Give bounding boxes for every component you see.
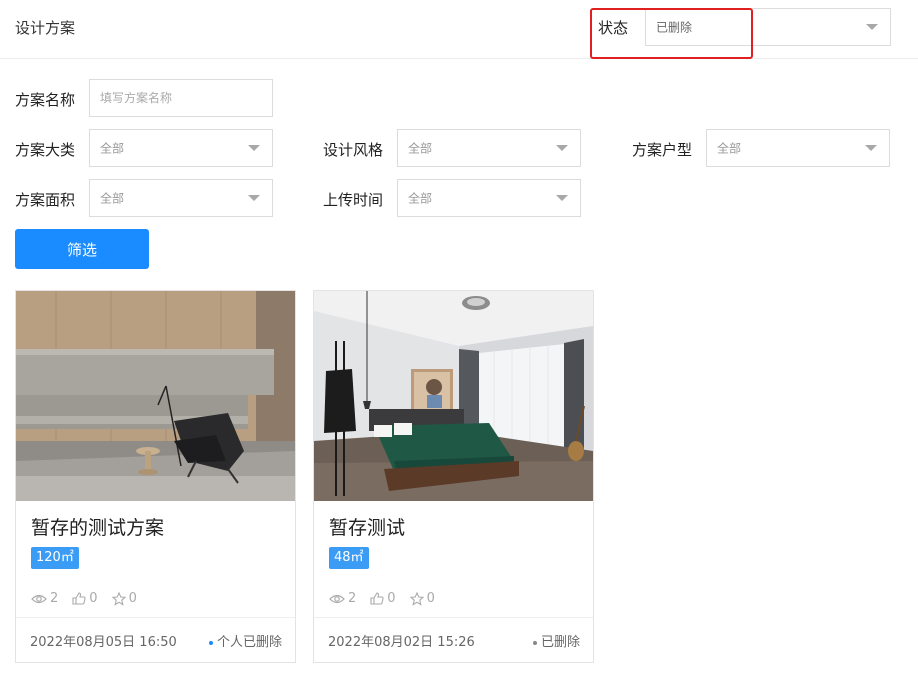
page-title: 设计方案 bbox=[15, 19, 76, 37]
status-select-value: 已删除 bbox=[656, 20, 693, 35]
thumbs-up-icon bbox=[72, 592, 86, 605]
area-filter-label: 方案面积 bbox=[15, 191, 76, 209]
style-filter-label: 设计风格 bbox=[323, 141, 384, 159]
like-count[interactable]: 0 bbox=[370, 591, 396, 606]
card-status-text: 个人已删除 bbox=[216, 635, 282, 650]
name-search-input[interactable] bbox=[89, 79, 273, 117]
card-status: 已删除 bbox=[532, 631, 580, 650]
chevron-down-icon bbox=[865, 145, 877, 151]
filter-button[interactable]: 筛选 bbox=[15, 229, 149, 269]
chevron-down-icon bbox=[556, 145, 568, 151]
card-status: 个人已删除 bbox=[208, 631, 282, 650]
card-time: 2022年08月02日 15:26 bbox=[328, 635, 475, 650]
bedroom-photo bbox=[314, 291, 593, 501]
name-filter-label: 方案名称 bbox=[15, 91, 76, 109]
favorite-count-value: 0 bbox=[128, 591, 137, 606]
status-label: 状态 bbox=[598, 19, 629, 37]
card-image[interactable] bbox=[16, 291, 295, 501]
area-select[interactable]: 全部 bbox=[89, 179, 273, 217]
card-stats: 2 0 0 bbox=[329, 591, 435, 606]
eye-icon bbox=[329, 594, 345, 603]
upload-time-filter-label: 上传时间 bbox=[323, 191, 384, 209]
star-icon bbox=[409, 591, 424, 606]
like-count[interactable]: 0 bbox=[72, 591, 98, 606]
like-count-value: 0 bbox=[89, 591, 98, 606]
chevron-down-icon bbox=[248, 145, 260, 151]
category-select-value: 全部 bbox=[100, 141, 125, 156]
style-select[interactable]: 全部 bbox=[397, 129, 581, 167]
chevron-down-icon bbox=[556, 195, 568, 201]
like-count-value: 0 bbox=[387, 591, 396, 606]
favorite-count[interactable]: 0 bbox=[111, 591, 137, 606]
status-dot bbox=[208, 640, 213, 645]
card-title[interactable]: 暂存的测试方案 bbox=[31, 513, 164, 540]
card-footer: 2022年08月05日 16:50 个人已删除 bbox=[16, 617, 295, 662]
card-stats: 2 0 0 bbox=[31, 591, 137, 606]
card-title[interactable]: 暂存测试 bbox=[329, 513, 405, 540]
card-image[interactable] bbox=[314, 291, 593, 501]
star-icon bbox=[111, 591, 126, 606]
chevron-down-icon bbox=[866, 24, 878, 30]
area-badge: 120㎡ bbox=[31, 547, 79, 569]
chevron-down-icon bbox=[248, 195, 260, 201]
design-card[interactable]: 暂存测试 48㎡ 2 0 0 2022年08月02日 15:26 已删除 bbox=[313, 290, 594, 663]
area-select-value: 全部 bbox=[100, 191, 125, 206]
layout-filter-label: 方案户型 bbox=[632, 141, 693, 159]
view-count: 2 bbox=[31, 591, 58, 606]
card-status-text: 已删除 bbox=[540, 635, 580, 650]
status-dot bbox=[532, 640, 537, 645]
living-room-photo bbox=[16, 291, 295, 501]
card-footer: 2022年08月02日 15:26 已删除 bbox=[314, 617, 593, 662]
favorite-count[interactable]: 0 bbox=[409, 591, 435, 606]
view-count-value: 2 bbox=[50, 591, 59, 606]
status-select[interactable]: 已删除 bbox=[645, 8, 891, 46]
category-filter-label: 方案大类 bbox=[15, 141, 76, 159]
eye-icon bbox=[31, 594, 47, 603]
thumbs-up-icon bbox=[370, 592, 384, 605]
card-time: 2022年08月05日 16:50 bbox=[30, 635, 177, 650]
area-badge: 48㎡ bbox=[329, 547, 369, 569]
favorite-count-value: 0 bbox=[426, 591, 435, 606]
view-count: 2 bbox=[329, 591, 356, 606]
layout-select[interactable]: 全部 bbox=[706, 129, 890, 167]
view-count-value: 2 bbox=[348, 591, 357, 606]
style-select-value: 全部 bbox=[408, 141, 433, 156]
layout-select-value: 全部 bbox=[717, 141, 742, 156]
category-select[interactable]: 全部 bbox=[89, 129, 273, 167]
upload-time-select-value: 全部 bbox=[408, 191, 433, 206]
upload-time-select[interactable]: 全部 bbox=[397, 179, 581, 217]
design-card[interactable]: 暂存的测试方案 120㎡ 2 0 0 2022年08月05日 16:50 个人已… bbox=[15, 290, 296, 663]
page-header: 设计方案 状态 已删除 bbox=[0, 0, 918, 59]
